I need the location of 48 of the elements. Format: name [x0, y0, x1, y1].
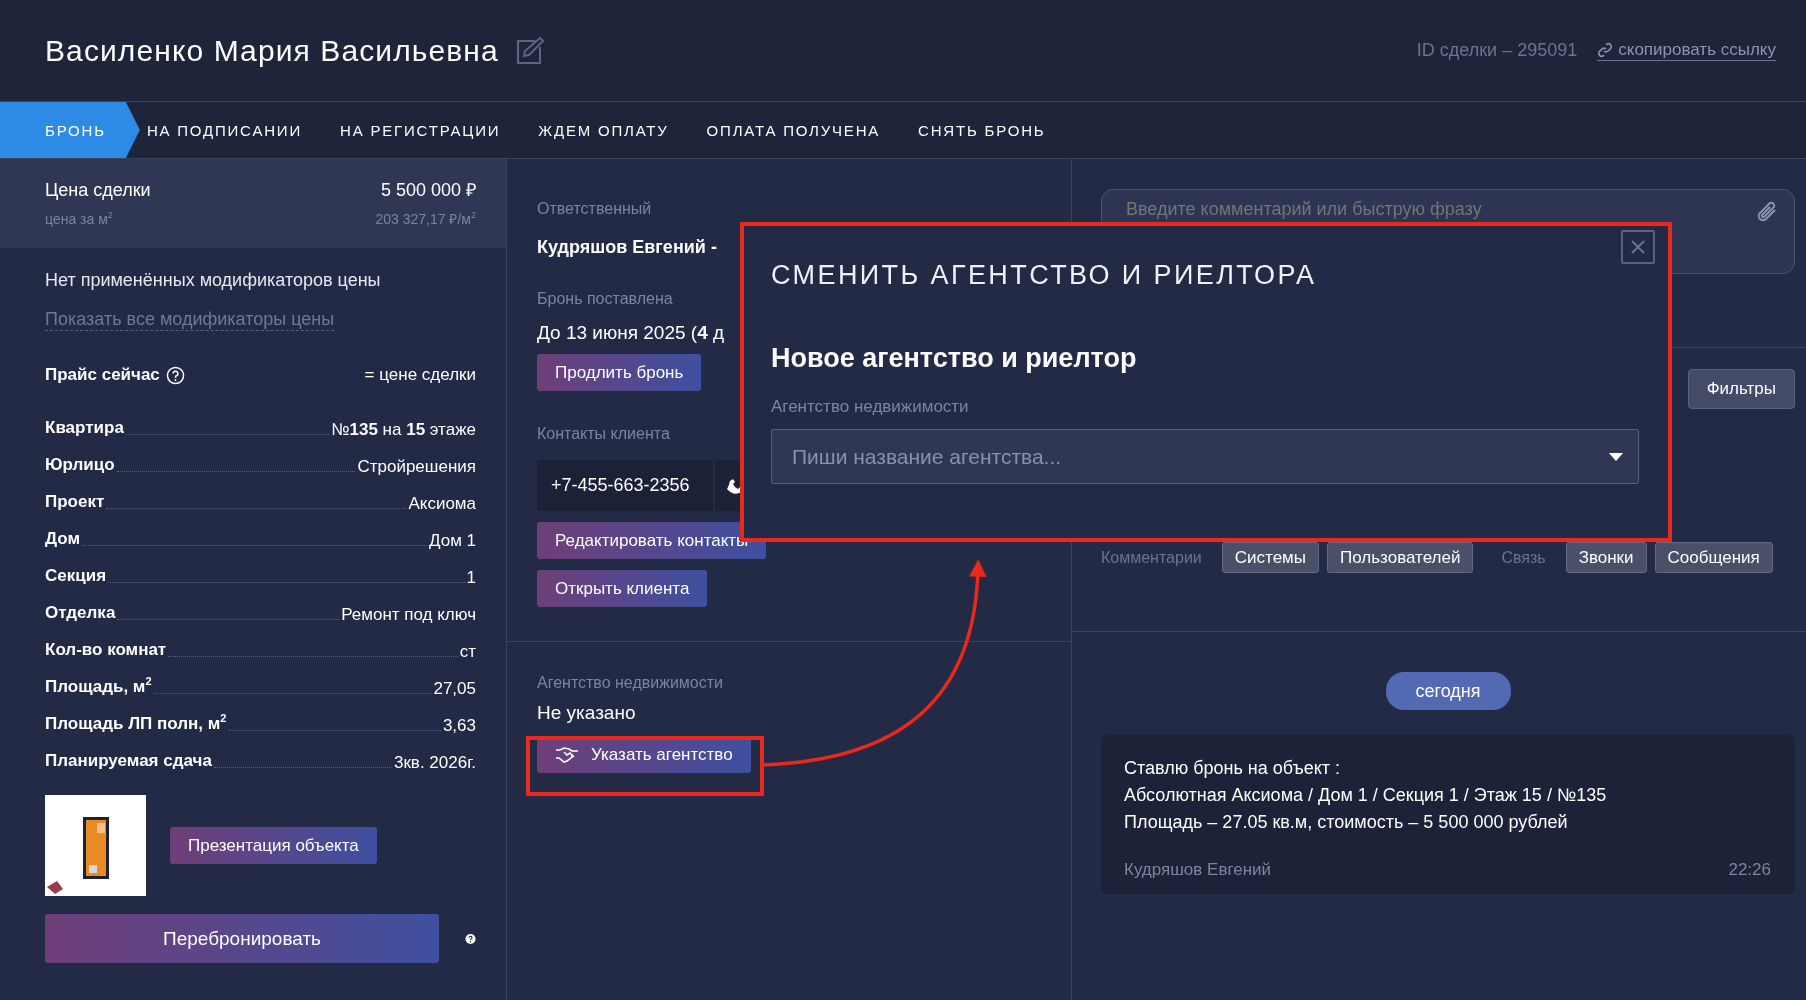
detail-value: №135 на 15 этаже	[331, 420, 476, 440]
detail-label: Квартира	[45, 418, 124, 439]
modal-title: СМЕНИТЬ АГЕНТСТВО И РИЕЛТОРА	[771, 260, 1318, 291]
deal-id: ID сделки – 295091	[1416, 40, 1578, 61]
field-label: Агентство недвижимости	[771, 397, 970, 417]
detail-label: Кол-во комнат	[45, 640, 167, 661]
detail-value: 3,63	[442, 716, 476, 736]
price-label: Цена сделки	[45, 180, 151, 201]
detail-value: Аксиома	[408, 494, 476, 514]
filter-group-label: Комментарии	[1101, 548, 1202, 567]
detail-label: Дом	[45, 529, 81, 550]
detail-value: 27,05	[433, 679, 476, 699]
detail-value: ст	[459, 642, 476, 662]
detail-label: Отделка	[45, 603, 116, 624]
message-author: Кудряшов Евгений	[1124, 860, 1272, 880]
responsible-name: Кудряшов Евгений -	[537, 237, 718, 258]
agency-value: Не указано	[537, 702, 637, 724]
per-m2-label: цена за м$^{2}$	[45, 211, 113, 227]
message-line: Абсолютная Аксиома / Дом 1 / Секция 1 / Этаж 15 / №135	[1124, 784, 1608, 807]
detail-label: Секция	[45, 566, 107, 587]
price-value: 5 500 000 ₽	[380, 179, 476, 201]
detail-label: Прайс сейчас	[45, 365, 160, 385]
detail-value: 1	[466, 568, 476, 588]
booking-date: До 13 июня 2025 (4 д	[537, 322, 726, 344]
detail-value: 3кв. 2026г.	[393, 753, 476, 773]
phone-number: +7-455-663-2356	[537, 460, 713, 511]
detail-value: Ремонт под ключ	[341, 605, 476, 625]
detail-value: = цене сделки	[364, 365, 476, 385]
section-label: Ответственный	[537, 200, 653, 218]
detail-label: Юрлицо	[45, 455, 115, 476]
section-label: Контакты клиента	[537, 425, 671, 443]
filter-group-label: Связь	[1501, 548, 1546, 567]
detail-label: Проект	[45, 492, 105, 513]
detail-label: Площадь, м$^{2}$	[45, 677, 152, 698]
date-pill: сегодня	[1385, 672, 1511, 710]
detail-label: Планируемая сдача	[45, 751, 212, 772]
modal-subtitle: Новое агентство и риелтор	[771, 343, 1138, 374]
message-time: 22:26	[1728, 860, 1771, 880]
section-label: Бронь поставлена	[537, 290, 674, 308]
message-line: Площадь – 27.05 кв.м, стоимость – 5 500 000 рублей	[1124, 811, 1569, 834]
detail-value: Стройрешения	[357, 457, 476, 477]
section-label: Агентство недвижимости	[537, 674, 724, 692]
per-m2-value: 203 327,17 ₽/м$^{2}$	[375, 209, 476, 228]
message-line: Ставлю бронь на объект :	[1124, 757, 1342, 780]
detail-value: Дом 1	[428, 531, 476, 551]
modifiers-text: Нет применённых модификаторов цены	[45, 270, 382, 291]
client-name: Василенко Мария Васильевна	[45, 33, 499, 68]
detail-label: Площадь ЛП полн, м$^{2}$	[45, 714, 227, 735]
